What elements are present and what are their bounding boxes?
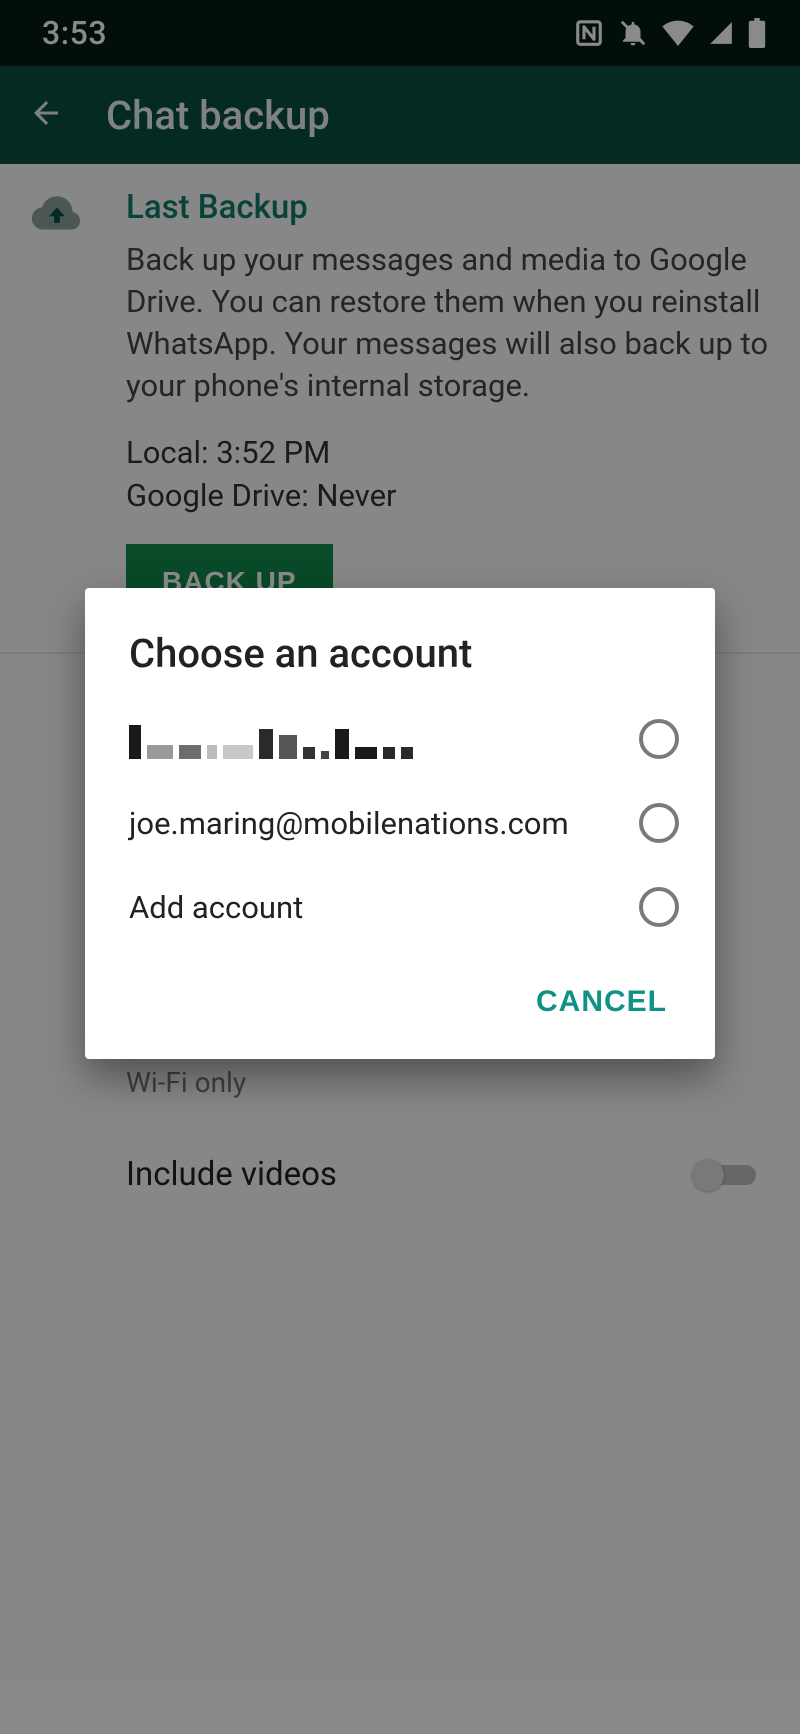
account-email: joe.maring@mobilenations.com	[129, 805, 569, 842]
radio-unchecked-icon	[639, 887, 679, 927]
screen: 3:53 Chat backup Last Backup Back up you…	[0, 0, 800, 1734]
radio-unchecked-icon	[639, 719, 679, 759]
radio-unchecked-icon	[639, 803, 679, 843]
add-account-label: Add account	[129, 889, 303, 926]
dialog-actions: CANCEL	[85, 949, 715, 1059]
account-list: joe.maring@mobilenations.com Add account	[85, 697, 715, 949]
dialog-title: Choose an account	[85, 588, 715, 697]
dialog-scrim[interactable]: Choose an account	[0, 0, 800, 1734]
choose-account-dialog: Choose an account	[85, 588, 715, 1059]
account-option-add[interactable]: Add account	[129, 865, 679, 949]
cancel-button[interactable]: CANCEL	[524, 975, 679, 1029]
account-option-redacted[interactable]	[129, 697, 679, 781]
redacted-email	[129, 719, 413, 759]
account-option[interactable]: joe.maring@mobilenations.com	[129, 781, 679, 865]
